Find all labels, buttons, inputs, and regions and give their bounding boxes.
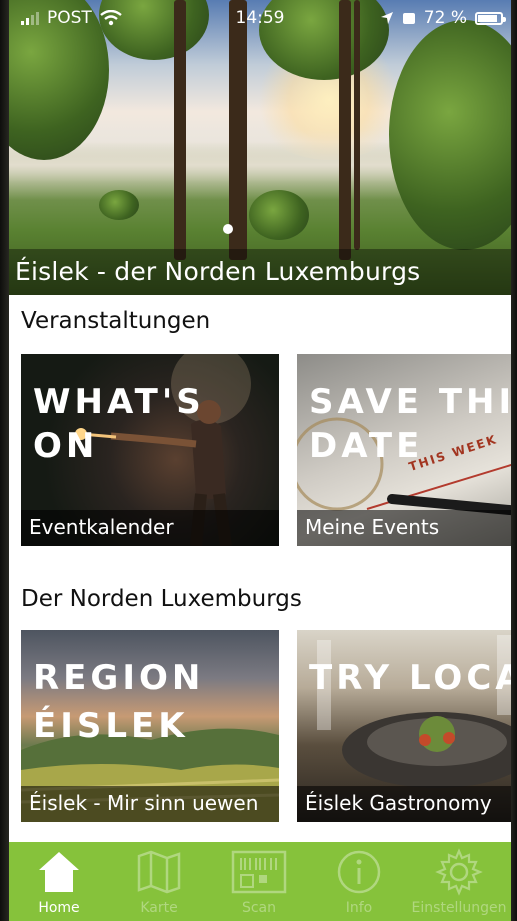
hero-carousel[interactable]: POST 14:59 72 % Éislek - der Norden Luxe… [9, 0, 511, 295]
app-screen: POST 14:59 72 % Éislek - der Norden Luxe… [9, 0, 511, 921]
home-icon [39, 852, 79, 892]
tab-label: Info [345, 900, 373, 916]
hero-foliage [249, 190, 309, 240]
tile-headline-line2: ÉISLEK [33, 706, 189, 746]
tab-label: Einstellungen [411, 900, 507, 916]
tile-headline: REGION [33, 658, 205, 698]
hero-tree-trunk [174, 0, 186, 260]
tile-whats-on[interactable]: WHAT'S ON Eventkalender [21, 354, 279, 546]
hero-foliage [389, 20, 511, 250]
tab-home[interactable]: Home [9, 842, 109, 921]
tab-info[interactable]: Info [309, 842, 409, 921]
scan-icon [231, 850, 287, 894]
hero-tree-trunk [229, 0, 247, 260]
hero-caption-bar: Éislek - der Norden Luxemburgs [9, 249, 511, 295]
status-bar: POST 14:59 72 % [9, 6, 511, 32]
tile-caption-bar: Eventkalender [21, 510, 279, 546]
tile-caption-bar: Meine Events [297, 510, 511, 546]
hero-caption: Éislek - der Norden Luxemburgs [15, 257, 421, 286]
tile-headline: SAVE THIS [309, 382, 511, 422]
hero-foliage [99, 190, 139, 220]
hero-tree-trunk [339, 0, 351, 260]
carousel-page-dot[interactable] [223, 224, 233, 234]
location-arrow-icon [380, 12, 393, 24]
tab-label: Scan [241, 900, 277, 916]
tab-bar: Home Karte Scan Info Einstellungen [9, 842, 511, 921]
tab-scan[interactable]: Scan [209, 842, 309, 921]
alarm-icon [402, 13, 415, 24]
tile-caption: Meine Events [305, 515, 440, 539]
tile-save-this-date[interactable]: THIS WEEK SAVE THIS DATE Meine Events [297, 354, 511, 546]
tile-caption-bar: Éislek - Mir sinn uewen [21, 786, 279, 822]
tile-caption: Éislek - Mir sinn uewen [29, 791, 259, 815]
tile-caption-bar: Éislek Gastronomy [297, 786, 511, 822]
tile-caption: Eventkalender [29, 515, 174, 539]
hero-tree-trunk [354, 0, 360, 250]
section-title-events: Veranstaltungen [21, 308, 211, 334]
section-title-north: Der Norden Luxemburgs [21, 586, 302, 612]
tab-map[interactable]: Karte [109, 842, 209, 921]
tile-region-eislek[interactable]: REGION ÉISLEK Éislek - Mir sinn uewen [21, 630, 279, 822]
tab-label: Home [38, 900, 80, 916]
battery-icon [475, 11, 506, 25]
tab-label: Karte [140, 900, 178, 916]
gear-icon [435, 848, 483, 896]
tile-caption: Éislek Gastronomy [305, 791, 492, 815]
battery-percent: 72 % [423, 8, 467, 28]
tile-headline: TRY LOCAL [309, 658, 511, 698]
tab-settings[interactable]: Einstellungen [409, 842, 509, 921]
tile-headline: WHAT'S ON [33, 382, 205, 466]
tile-headline-line2: DATE [309, 426, 424, 466]
map-icon [137, 850, 181, 894]
info-icon [337, 850, 381, 894]
tile-try-local[interactable]: TRY LOCAL Éislek Gastronomy [297, 630, 511, 822]
